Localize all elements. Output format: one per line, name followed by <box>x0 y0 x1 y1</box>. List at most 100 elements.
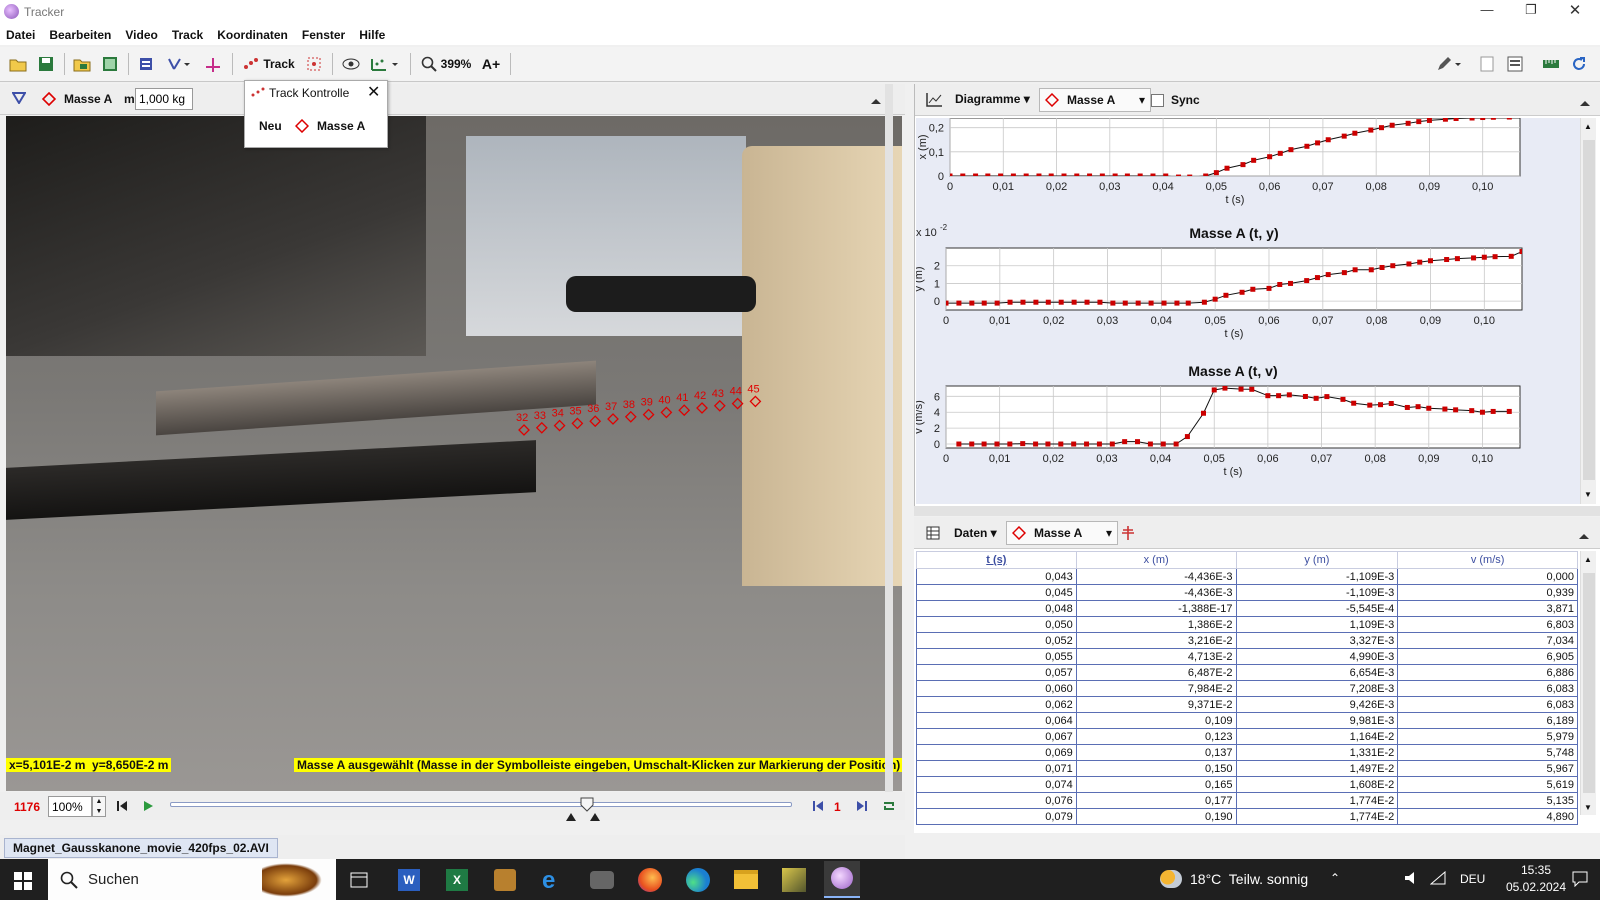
autotracker-icon[interactable] <box>304 54 324 74</box>
open-folder-icon[interactable] <box>8 54 28 74</box>
data-point[interactable] <box>1058 299 1064 305</box>
data-point[interactable] <box>1222 386 1228 391</box>
data-point[interactable] <box>1071 441 1077 447</box>
coordinate-axes-icon[interactable] <box>202 54 224 74</box>
data-point[interactable] <box>1174 300 1180 306</box>
data-point[interactable] <box>1417 259 1423 265</box>
table-cell[interactable]: 5,979 <box>1397 728 1578 745</box>
data-point[interactable] <box>1097 299 1103 305</box>
sync-checkbox[interactable] <box>1151 94 1164 107</box>
data-point[interactable] <box>1390 263 1396 269</box>
track-menu-icon[interactable] <box>11 92 27 107</box>
data-point[interactable] <box>1045 441 1051 447</box>
data-builder-icon[interactable] <box>1120 525 1136 544</box>
data-point[interactable] <box>956 441 962 447</box>
app-icon[interactable] <box>590 871 614 889</box>
menu-bearbeiten[interactable]: Bearbeiten <box>49 28 111 42</box>
data-point[interactable] <box>1313 395 1319 401</box>
step-back-icon[interactable] <box>812 800 824 815</box>
menu-track[interactable]: Track <box>172 28 203 42</box>
volume-icon[interactable] <box>1404 871 1420 888</box>
data-point[interactable] <box>998 173 1004 179</box>
track-point-marker[interactable] <box>749 395 762 408</box>
table-cell[interactable]: 0,055 <box>916 648 1077 665</box>
data-point[interactable] <box>1341 133 1347 139</box>
table-cell[interactable]: 0,939 <box>1397 584 1578 601</box>
data-point[interactable] <box>1007 299 1013 305</box>
data-point[interactable] <box>1427 258 1433 264</box>
table-cell[interactable]: 0,137 <box>1075 744 1237 761</box>
data-point[interactable] <box>1122 439 1128 445</box>
firefox-icon[interactable] <box>638 868 662 892</box>
data-track-selector[interactable]: Masse A ▾ <box>1006 521 1118 545</box>
table-cell[interactable]: 0,069 <box>916 744 1077 761</box>
data-point[interactable] <box>1185 300 1191 306</box>
table-cell[interactable]: 6,803 <box>1397 616 1578 633</box>
table-cell[interactable]: -1,388E-17 <box>1075 600 1237 617</box>
data-point[interactable] <box>1187 174 1193 180</box>
table-cell[interactable]: 0,071 <box>916 760 1077 777</box>
data-point[interactable] <box>1251 157 1257 163</box>
table-cell[interactable]: 0,150 <box>1075 760 1237 777</box>
network-icon[interactable] <box>1429 870 1446 888</box>
data-point[interactable] <box>1340 396 1346 402</box>
table-cell[interactable]: 0,109 <box>1075 712 1237 729</box>
data-point[interactable] <box>1160 441 1166 447</box>
table-cell[interactable]: 1,774E-2 <box>1235 792 1399 809</box>
data-point[interactable] <box>1389 122 1395 128</box>
track-point-marker[interactable] <box>607 413 619 425</box>
table-cell[interactable]: 0,062 <box>916 696 1077 713</box>
splitter[interactable] <box>885 84 893 819</box>
data-point[interactable] <box>1378 125 1384 131</box>
table-cell[interactable]: 5,748 <box>1397 744 1578 761</box>
export-icon[interactable] <box>100 54 120 74</box>
table-cell[interactable]: 6,654E-3 <box>1235 664 1399 681</box>
table-cell[interactable]: 6,189 <box>1397 712 1578 729</box>
data-point[interactable] <box>1405 120 1411 126</box>
menu-video[interactable]: Video <box>125 28 157 42</box>
table-cell[interactable]: 0,060 <box>916 680 1077 697</box>
visibility-eye-icon[interactable] <box>340 54 362 74</box>
table-cell[interactable]: 3,327E-3 <box>1235 632 1399 649</box>
data-point[interactable] <box>1341 270 1347 276</box>
data-point[interactable] <box>1506 408 1512 414</box>
data-point[interactable] <box>1163 173 1169 179</box>
table-cell[interactable]: 0,064 <box>916 712 1077 729</box>
data-point[interactable] <box>1444 257 1450 263</box>
track-point-marker[interactable] <box>642 408 655 421</box>
start-marker-icon[interactable] <box>566 810 576 824</box>
mass-input[interactable] <box>135 88 193 110</box>
table-cell[interactable]: 1,331E-2 <box>1235 744 1399 761</box>
data-point[interactable] <box>1147 441 1153 447</box>
open-video-icon[interactable] <box>72 54 92 74</box>
data-point[interactable] <box>1352 267 1358 273</box>
data-point[interactable] <box>1137 173 1143 179</box>
table-scrollbar[interactable]: ▲ ▼ <box>1580 551 1596 815</box>
table-cell[interactable]: 4,713E-2 <box>1075 648 1237 665</box>
column-header[interactable]: v (m/s) <box>1397 551 1578 569</box>
table-cell[interactable]: 0,067 <box>916 728 1077 745</box>
popup-track-name[interactable]: Masse A <box>317 119 365 133</box>
data-point[interactable] <box>1045 299 1051 305</box>
data-point[interactable] <box>1416 119 1422 125</box>
save-icon[interactable] <box>36 54 56 74</box>
table-row[interactable]: 0,045 -4,436E-3 -1,109E-3 0,939 <box>916 584 1578 601</box>
table-cell[interactable]: 1,386E-2 <box>1075 616 1237 633</box>
loop-icon[interactable] <box>882 799 896 816</box>
column-header[interactable]: y (m) <box>1235 551 1399 569</box>
notes-icon[interactable] <box>1478 54 1496 74</box>
table-cell[interactable]: 6,487E-2 <box>1075 664 1237 681</box>
data-point[interactable] <box>1265 393 1271 399</box>
notification-icon[interactable] <box>1572 871 1588 890</box>
table-cell[interactable]: 0,079 <box>916 808 1077 825</box>
table-cell[interactable]: -4,436E-3 <box>1075 584 1237 601</box>
track-point-marker[interactable] <box>535 421 548 434</box>
data-point[interactable] <box>1277 150 1283 156</box>
data-point[interactable] <box>1238 386 1244 392</box>
plot-track-selector[interactable]: Masse A ▾ <box>1039 88 1151 112</box>
menu-koordinaten[interactable]: Koordinaten <box>217 28 288 42</box>
table-cell[interactable]: 7,208E-3 <box>1235 680 1399 697</box>
table-cell[interactable]: 7,034 <box>1397 632 1578 649</box>
table-cell[interactable]: 6,083 <box>1397 696 1578 713</box>
table-cell[interactable]: 1,608E-2 <box>1235 776 1399 793</box>
